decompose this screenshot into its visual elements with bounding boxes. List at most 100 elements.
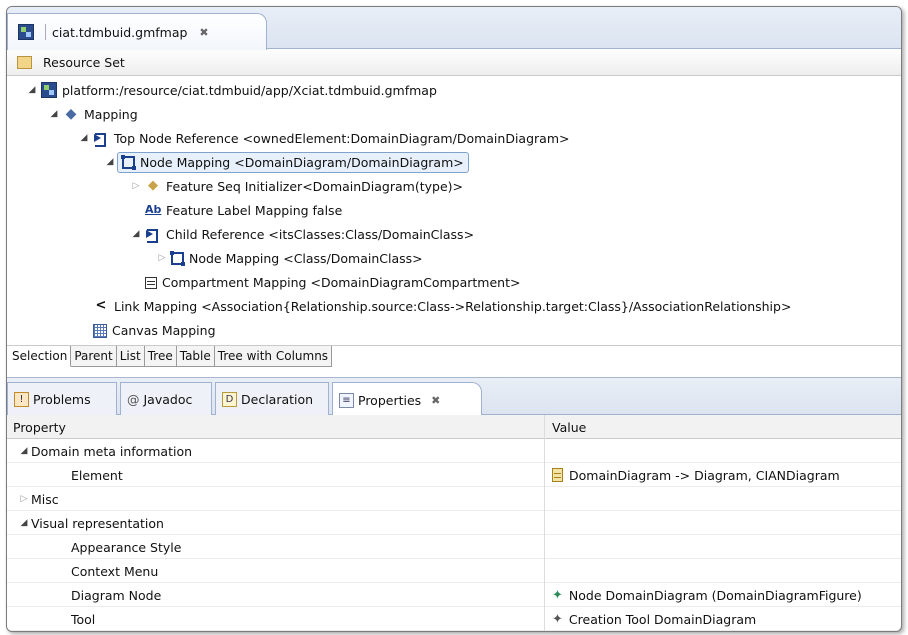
property-label: Appearance Style [71, 539, 182, 555]
property-label: Misc [31, 491, 59, 507]
property-label: Diagram Node [71, 587, 162, 603]
tab-label: Properties [358, 392, 422, 408]
table-row[interactable]: Diagram Node ✦ Node DomainDiagram (Domai… [7, 583, 901, 607]
table-row[interactable]: Tool ✦ Creation Tool DomainDiagram [7, 607, 901, 631]
folder-icon [17, 56, 32, 69]
tab-list[interactable]: List [116, 346, 145, 367]
tab-parent[interactable]: Parent [71, 346, 117, 367]
tree-node-label: Compartment Mapping <DomainDiagramCompar… [162, 274, 521, 290]
tab-properties[interactable]: ≡ Properties ✖ [332, 382, 482, 417]
tree-node-label: Link Mapping <Association{Relationship.s… [114, 298, 792, 314]
tab-label: Javadoc [143, 392, 193, 407]
collapsed-arrow-icon[interactable]: ▷ [155, 253, 169, 263]
tree-node-label: Canvas Mapping [112, 322, 216, 338]
table-row[interactable]: ▷ Misc [7, 487, 901, 511]
view-tab-bar: ! Problems @ Javadoc D Declaration ≡ Pro… [7, 377, 901, 417]
gmfmap-file-icon [41, 82, 57, 98]
tree-node-root[interactable]: ◢ platform:/resource/ciat.tdmbuid/app/Xc… [25, 79, 437, 101]
collapsed-arrow-icon[interactable]: ▷ [17, 494, 31, 504]
tree-node-label: Feature Seq Initializer<DomainDiagram(ty… [166, 178, 463, 194]
declaration-icon: D [222, 392, 237, 407]
tree-node-top-node-reference[interactable]: ◢ Top Node Reference <ownedElement:Domai… [77, 127, 569, 149]
property-value [546, 439, 901, 463]
label-mapping-icon: Ab [145, 203, 162, 216]
property-value [546, 511, 901, 535]
tree-node-compartment[interactable]: Compartment Mapping <DomainDiagramCompar… [129, 271, 520, 293]
expand-arrow-icon[interactable]: ◢ [47, 109, 61, 119]
table-row[interactable]: Appearance Style [7, 535, 901, 559]
collapsed-arrow-icon[interactable]: ▷ [129, 181, 143, 191]
editor-tab[interactable]: ciat.tdmbuid.gmfmap ✖ [7, 13, 267, 50]
property-value: Creation Tool DomainDiagram [568, 611, 757, 627]
tab-selection[interactable]: Selection [9, 346, 72, 367]
reference-icon [145, 226, 161, 243]
feature-initializer-icon: ◆ [148, 178, 158, 193]
tree-node-label: Top Node Reference <ownedElement:DomainD… [114, 130, 570, 146]
property-label: Domain meta information [31, 443, 193, 459]
tree-node-child-node-mapping[interactable]: ▷ Node Mapping <Class/DomainClass> [155, 247, 423, 269]
property-value [546, 535, 901, 559]
at-icon: @ [127, 392, 140, 407]
property-label: Context Menu [71, 563, 159, 579]
tab-javadoc[interactable]: @ Javadoc [120, 382, 212, 416]
property-value [546, 559, 901, 583]
selected-item[interactable]: Node Mapping <DomainDiagram/DomainDiagra… [117, 151, 469, 173]
tab-tree[interactable]: Tree [144, 346, 177, 367]
tab-separator [45, 24, 46, 40]
tree-node-label: platform:/resource/ciat.tdmbuid/app/Xcia… [62, 82, 437, 98]
editor-tab-title: ciat.tdmbuid.gmfmap [52, 24, 188, 40]
table-row[interactable]: ◢ Visual representation [7, 511, 901, 535]
tab-tree-with-columns[interactable]: Tree with Columns [214, 346, 333, 367]
tab-label: Problems [33, 392, 91, 407]
reference-icon [93, 130, 109, 147]
window-frame: ciat.tdmbuid.gmfmap ✖ Resource Set ◢ pla… [6, 6, 902, 632]
mapping-icon: ◆ [65, 106, 77, 122]
canvas-mapping-icon [93, 323, 107, 338]
tree-node-mapping[interactable]: ◢ ◆ Mapping [47, 103, 138, 125]
editor-page-tabs: Selection Parent List Tree Table Tree wi… [7, 345, 901, 367]
tree-node-feature-seq[interactable]: ▷ ◆ Feature Seq Initializer<DomainDiagra… [129, 175, 463, 197]
element-icon [552, 468, 563, 482]
gmfmap-file-icon [18, 24, 34, 40]
tree-node-label: Node Mapping <Class/DomainClass> [189, 250, 423, 266]
table-row[interactable]: Element DomainDiagram -> Diagram, CIANDi… [7, 463, 901, 487]
tab-declaration[interactable]: D Declaration [215, 382, 329, 416]
property-value: Node DomainDiagram (DomainDiagramFigure) [568, 587, 862, 603]
column-header-property[interactable]: Property [7, 415, 545, 439]
close-icon[interactable]: ✖ [199, 26, 208, 39]
tree-node-label: Mapping [84, 106, 138, 122]
table-header: Property Value [7, 415, 901, 439]
expand-arrow-icon[interactable]: ◢ [103, 157, 117, 167]
expand-arrow-icon[interactable]: ◢ [129, 229, 143, 239]
tab-problems[interactable]: ! Problems [7, 382, 117, 416]
expand-arrow-icon[interactable]: ◢ [17, 446, 31, 456]
tree-node-label: Feature Label Mapping false [166, 202, 343, 218]
expand-arrow-icon[interactable]: ◢ [25, 85, 39, 95]
tree-node-label: Child Reference <itsClasses:Class/Domain… [166, 226, 475, 242]
tree-node-link-mapping[interactable]: < Link Mapping <Association{Relationship… [77, 295, 792, 317]
tab-table[interactable]: Table [176, 346, 215, 367]
node-mapping-icon [170, 251, 185, 266]
column-header-value[interactable]: Value [546, 415, 901, 439]
mapping-tree: ◢ platform:/resource/ciat.tdmbuid/app/Xc… [7, 77, 901, 345]
tab-label: Declaration [241, 392, 314, 407]
tree-node-feature-label[interactable]: Ab Feature Label Mapping false [129, 199, 342, 221]
tree-node-node-mapping[interactable]: ◢ Node Mapping <DomainDiagram/DomainDiag… [103, 151, 469, 173]
node-mapping-icon [121, 155, 136, 170]
problems-icon: ! [14, 392, 29, 407]
expand-arrow-icon[interactable]: ◢ [77, 133, 91, 143]
table-row[interactable]: Context Menu [7, 559, 901, 583]
node-icon: ✦ [552, 587, 563, 603]
property-value [546, 487, 901, 511]
tree-node-child-reference[interactable]: ◢ Child Reference <itsClasses:Class/Doma… [129, 223, 474, 245]
link-mapping-icon: < [95, 298, 107, 313]
property-value: DomainDiagram -> Diagram, CIANDiagram [569, 467, 840, 483]
tree-node-canvas-mapping[interactable]: Canvas Mapping [77, 319, 216, 341]
expand-arrow-icon[interactable]: ◢ [17, 518, 31, 528]
close-icon[interactable]: ✖ [431, 394, 440, 407]
compartment-icon [145, 277, 157, 289]
table-row[interactable]: ◢ Domain meta information [7, 439, 901, 463]
property-label: Tool [71, 611, 96, 627]
resource-set-bar: Resource Set [7, 50, 901, 76]
properties-table: Property Value ◢ Domain meta information… [7, 415, 901, 631]
